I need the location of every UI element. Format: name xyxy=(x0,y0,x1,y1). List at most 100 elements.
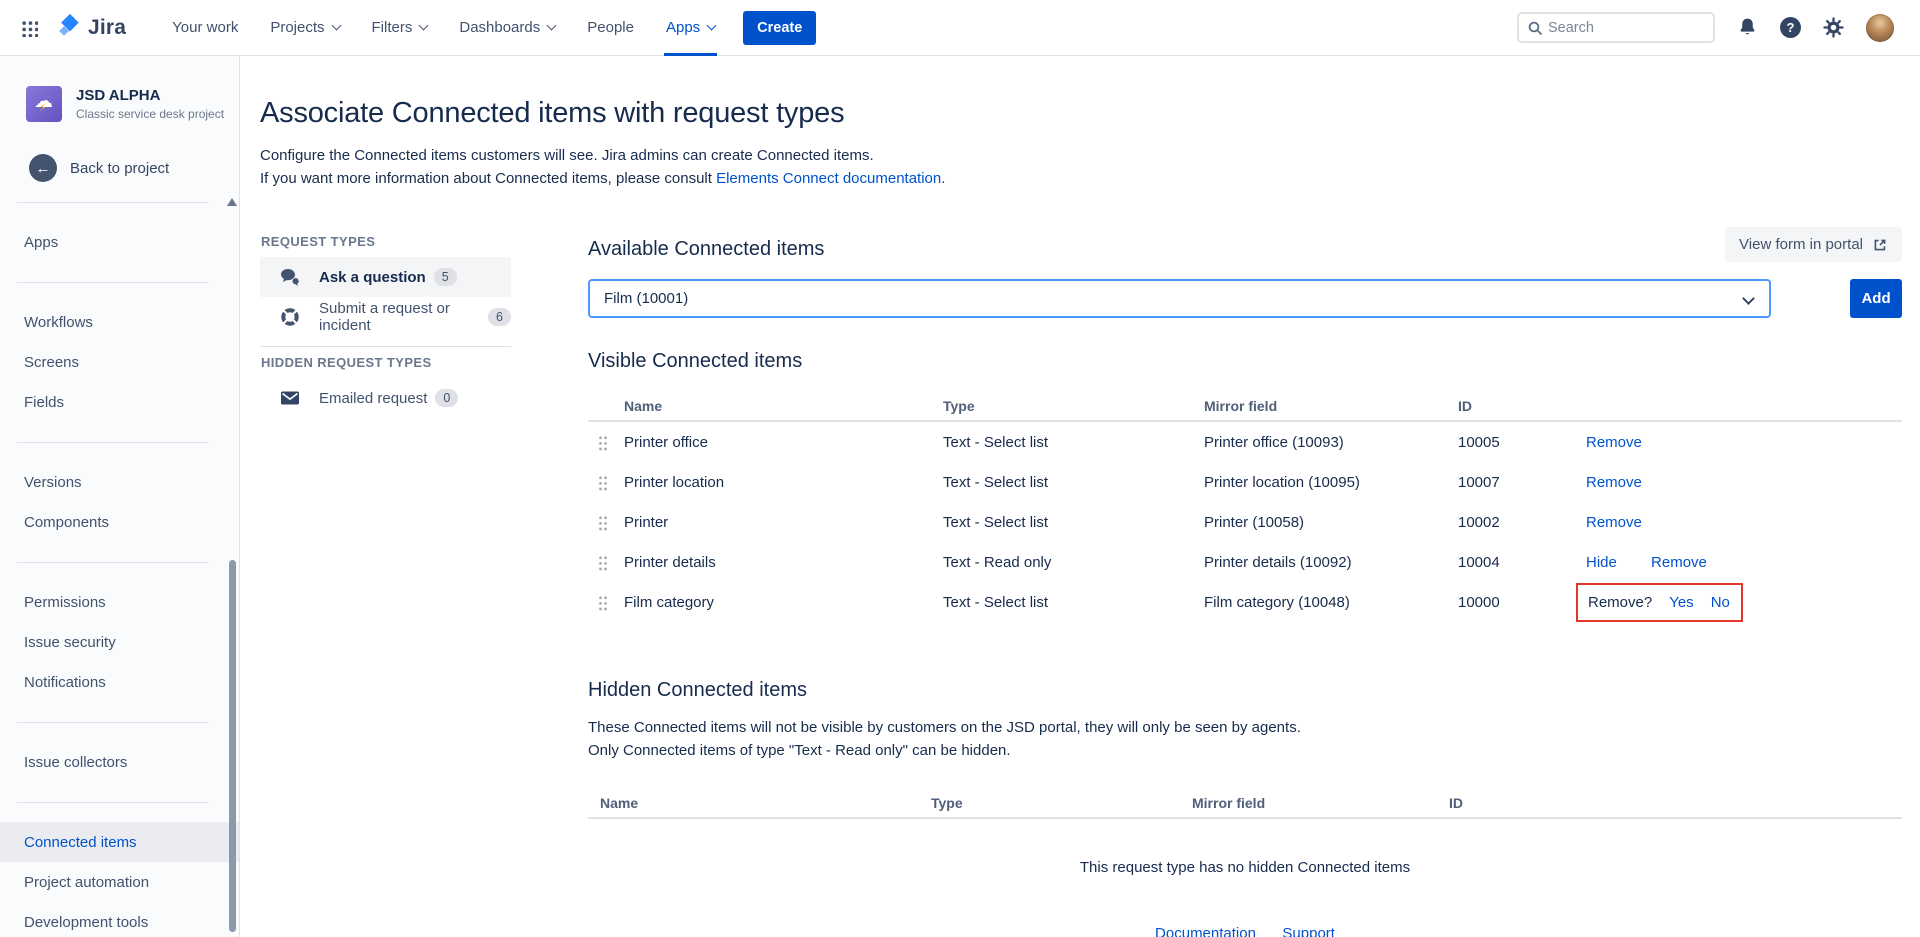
sidebar-item-workflows[interactable]: Workflows xyxy=(0,302,239,342)
cell-name: Printer details xyxy=(624,554,943,571)
notifications-bell-icon[interactable] xyxy=(1737,17,1758,38)
cell-mirror-field: Printer (10058) xyxy=(1204,514,1458,531)
sidebar-item-versions[interactable]: Versions xyxy=(0,462,239,502)
settings-gear-icon[interactable] xyxy=(1823,17,1844,38)
cell-type: Text - Select list xyxy=(943,594,1204,611)
cell-type: Text - Select list xyxy=(943,434,1204,451)
view-form-in-portal-button[interactable]: View form in portal xyxy=(1725,227,1902,262)
jira-logo[interactable]: Jira xyxy=(56,12,126,43)
elements-connect-doc-link[interactable]: Elements Connect documentation xyxy=(716,170,941,187)
visible-items-heading: Visible Connected items xyxy=(588,350,1902,373)
app-switcher-icon[interactable] xyxy=(20,19,38,37)
request-type-submit-request[interactable]: Submit a request or incident 6 xyxy=(260,297,511,337)
project-type: Classic service desk project xyxy=(76,107,224,121)
table-row: Printer Text - Select list Printer (1005… xyxy=(588,502,1902,542)
col-mirror-field: Mirror field xyxy=(1192,795,1449,811)
col-mirror-field: Mirror field xyxy=(1204,398,1458,414)
request-type-ask-a-question[interactable]: Ask a question 5 xyxy=(260,257,511,297)
page-title: Associate Connected items with request t… xyxy=(260,95,1920,131)
visible-items-table: Name Type Mirror field ID Printer office… xyxy=(588,392,1902,622)
table-row: Film category Text - Select list Film ca… xyxy=(588,582,1902,622)
chevron-down-icon xyxy=(419,21,429,31)
sidebar-item-notifications[interactable]: Notifications xyxy=(0,662,239,702)
user-avatar[interactable] xyxy=(1866,14,1894,42)
external-link-icon xyxy=(1872,237,1888,253)
add-button[interactable]: Add xyxy=(1850,279,1902,318)
table-row: Printer office Text - Select list Printe… xyxy=(588,422,1902,462)
search-icon xyxy=(1527,20,1543,36)
nav-dashboards[interactable]: Dashboards xyxy=(443,0,571,56)
remove-link[interactable]: Remove xyxy=(1586,474,1642,491)
col-name: Name xyxy=(624,398,943,414)
selected-option: Film (10001) xyxy=(604,290,688,307)
remove-link[interactable]: Remove xyxy=(1586,514,1642,531)
drag-handle-icon[interactable] xyxy=(598,594,608,611)
count-badge: 6 xyxy=(488,308,511,326)
sidebar-scrollbar[interactable] xyxy=(229,560,236,932)
remove-link[interactable]: Remove xyxy=(1586,434,1642,451)
sidebar-item-screens[interactable]: Screens xyxy=(0,342,239,382)
available-items-heading: Available Connected items xyxy=(588,238,824,261)
cell-mirror-field: Printer location (10095) xyxy=(1204,474,1458,491)
back-to-project[interactable]: ← Back to project xyxy=(0,154,239,182)
drag-handle-icon[interactable] xyxy=(598,514,608,531)
request-type-emailed-request[interactable]: Emailed request 0 xyxy=(260,378,511,418)
sidebar-item-issue-security[interactable]: Issue security xyxy=(0,622,239,662)
sidebar-item-apps[interactable]: Apps xyxy=(0,222,239,262)
hidden-request-types-header: HIDDEN REQUEST TYPES xyxy=(261,355,511,370)
sidebar-scroll-up-arrow[interactable] xyxy=(227,198,237,206)
divider xyxy=(17,722,209,723)
lifering-icon xyxy=(280,307,300,327)
hidden-items-table: Name Type Mirror field ID This request t… xyxy=(588,789,1902,876)
create-button[interactable]: Create xyxy=(743,11,816,45)
cell-mirror-field: Printer details (10092) xyxy=(1204,554,1458,571)
jira-connected-items-page: Jira Your work Projects Filters Dashboar… xyxy=(0,0,1920,937)
drag-handle-icon[interactable] xyxy=(598,434,608,451)
main-content: Associate Connected items with request t… xyxy=(240,56,1920,937)
nav-people[interactable]: People xyxy=(571,0,650,56)
divider xyxy=(17,202,209,203)
col-type: Type xyxy=(943,398,1204,414)
table-row: Printer details Text - Read only Printer… xyxy=(588,542,1902,582)
cell-id: 10004 xyxy=(1458,554,1586,571)
table-row: Printer location Text - Select list Prin… xyxy=(588,462,1902,502)
sidebar-item-fields[interactable]: Fields xyxy=(0,382,239,422)
support-link[interactable]: Support xyxy=(1282,925,1335,937)
drag-handle-icon[interactable] xyxy=(598,474,608,491)
count-badge: 0 xyxy=(435,389,458,407)
hide-link[interactable]: Hide xyxy=(1586,554,1617,571)
count-badge: 5 xyxy=(434,268,457,286)
global-search[interactable] xyxy=(1517,12,1715,43)
sidebar-item-issue-collectors[interactable]: Issue collectors xyxy=(0,742,239,782)
nav-filters[interactable]: Filters xyxy=(356,0,444,56)
col-id: ID xyxy=(1449,795,1902,811)
cell-type: Text - Select list xyxy=(943,514,1204,531)
project-header: ☁ ⚡ JSD ALPHA Classic service desk proje… xyxy=(0,56,239,122)
back-arrow-icon: ← xyxy=(29,154,57,182)
confirm-yes-link[interactable]: Yes xyxy=(1669,594,1693,611)
cell-id: 10007 xyxy=(1458,474,1586,491)
drag-handle-icon[interactable] xyxy=(598,554,608,571)
search-input[interactable] xyxy=(1548,20,1705,36)
sidebar-item-components[interactable]: Components xyxy=(0,502,239,542)
nav-projects[interactable]: Projects xyxy=(254,0,355,56)
help-icon[interactable]: ? xyxy=(1780,17,1801,38)
cell-id: 10000 xyxy=(1458,594,1586,611)
nav-apps[interactable]: Apps xyxy=(650,0,731,56)
sidebar-item-development-tools[interactable]: Development tools xyxy=(0,902,239,937)
jira-logo-text: Jira xyxy=(88,16,126,40)
connected-items-panel: Available Connected items View form in p… xyxy=(588,227,1902,937)
primary-nav: Your work Projects Filters Dashboards Pe… xyxy=(156,0,731,56)
documentation-link[interactable]: Documentation xyxy=(1155,925,1256,937)
lightning-icon: ⚡ xyxy=(39,101,47,114)
connected-item-select[interactable]: Film (10001) xyxy=(588,279,1771,318)
sidebar-item-connected-items[interactable]: Connected items xyxy=(0,822,239,862)
nav-your-work[interactable]: Your work xyxy=(156,0,254,56)
confirm-no-link[interactable]: No xyxy=(1711,594,1730,611)
cell-type: Text - Select list xyxy=(943,474,1204,491)
divider xyxy=(260,346,511,347)
divider xyxy=(17,442,209,443)
sidebar-item-permissions[interactable]: Permissions xyxy=(0,582,239,622)
sidebar-item-project-automation[interactable]: Project automation xyxy=(0,862,239,902)
remove-link[interactable]: Remove xyxy=(1651,554,1707,571)
